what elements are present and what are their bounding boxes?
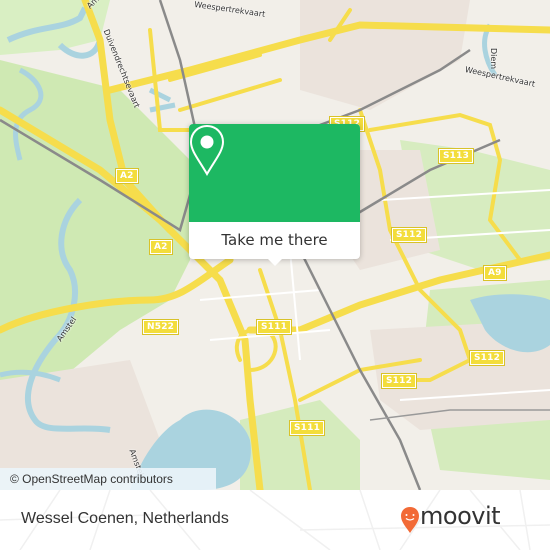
popup-arrow bbox=[267, 258, 283, 266]
road bbox=[148, 28, 282, 132]
footer: Wessel Coenen, Netherlands moovit bbox=[0, 490, 550, 550]
moovit-pin-icon bbox=[401, 507, 419, 533]
street-label: Diem bbox=[489, 48, 498, 70]
road-shield-a2: A2 bbox=[149, 239, 173, 255]
road-shield-a2: A2 bbox=[115, 168, 139, 184]
map-attribution[interactable]: © OpenStreetMap contributors bbox=[0, 468, 216, 490]
road-shield-s111: S111 bbox=[288, 420, 326, 436]
road-shield-s112: S112 bbox=[390, 227, 428, 243]
map-view[interactable]: A2 A2 N522 S111 S111 S112 S112 S112 S112… bbox=[0, 0, 550, 490]
place-name: Wessel Coenen, Netherlands bbox=[21, 510, 229, 527]
take-me-there-button[interactable]: Take me there bbox=[189, 222, 360, 259]
road-shield-n522: N522 bbox=[141, 319, 180, 335]
road-shield-s111: S111 bbox=[255, 319, 293, 335]
moovit-wordmark: moovit bbox=[420, 502, 501, 530]
road-shield-a9: A9 bbox=[483, 265, 507, 281]
map-pin-icon bbox=[189, 124, 225, 176]
road-shield-s112: S112 bbox=[468, 350, 506, 366]
road-shield-s113: S113 bbox=[437, 148, 475, 164]
popup-header bbox=[189, 124, 360, 222]
location-popup: Take me there bbox=[189, 124, 360, 266]
moovit-logo[interactable]: moovit bbox=[400, 502, 540, 534]
dock bbox=[148, 87, 176, 113]
urban-area bbox=[300, 0, 470, 110]
road-shield-s112: S112 bbox=[380, 373, 418, 389]
